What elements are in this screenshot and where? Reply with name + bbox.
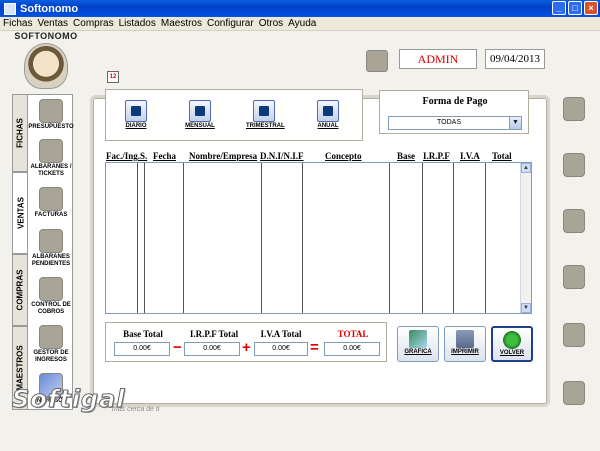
income-manager-icon xyxy=(39,325,63,349)
invoice-icon xyxy=(39,187,63,211)
logo: SOFTONOMO xyxy=(12,31,80,89)
nav-gestor-ingresos[interactable]: GESTOR DE INGRESOS xyxy=(28,325,74,364)
iva-total-field: 0.00€ xyxy=(254,342,308,356)
tab-compras[interactable]: COMPRAS xyxy=(12,254,28,326)
tool-icon-5[interactable] xyxy=(563,323,585,347)
app-icon xyxy=(4,2,16,15)
col-fecha: Fecha xyxy=(153,151,176,161)
side-tabs: FICHAS VENTAS COMPRAS MAESTROS xyxy=(12,94,28,410)
menu-configurar[interactable]: Configurar xyxy=(207,18,254,29)
plus-sign: + xyxy=(242,339,251,356)
total-label: TOTAL xyxy=(337,329,369,339)
col-irpf: I.R.P.F xyxy=(423,151,450,161)
col-divider xyxy=(485,163,486,313)
tool-icon-3[interactable] xyxy=(563,209,585,233)
print-button[interactable]: IMPRIMIR xyxy=(444,326,486,362)
calendar-icon[interactable]: 12 xyxy=(107,71,119,83)
menu-otros[interactable]: Otros xyxy=(259,18,283,29)
scroll-down-icon[interactable]: ▼ xyxy=(521,303,531,313)
tool-icon-4[interactable] xyxy=(563,265,585,289)
brand-tagline: más cerca de ti xyxy=(112,406,160,413)
daily-icon xyxy=(125,100,147,122)
nav-column: PRESUPUESTO ALBARANES / TICKETS FACTURAS… xyxy=(27,94,74,410)
menu-maestros[interactable]: Maestros xyxy=(161,18,202,29)
menu-ayuda[interactable]: Ayuda xyxy=(288,18,316,29)
total-field: 0.00€ xyxy=(324,342,380,356)
payment-method-select[interactable]: TODAS ▼ xyxy=(388,116,522,130)
col-iva: I.V.A xyxy=(460,151,480,161)
back-button[interactable]: VOLVER xyxy=(491,326,533,362)
minimize-button[interactable]: _ xyxy=(552,1,566,15)
col-nombre-empresa: Nombre/Empresa xyxy=(189,151,258,161)
pending-notes-icon xyxy=(39,229,63,253)
col-base: Base xyxy=(397,151,415,161)
title-bar: Softonomo _ □ × xyxy=(0,0,600,17)
exit-runner-icon xyxy=(503,331,521,349)
quarterly-button[interactable]: TRIMESTRAL xyxy=(246,100,285,134)
current-date: 09/04/2013 xyxy=(485,49,545,69)
col-divider xyxy=(302,163,303,313)
user-icon[interactable] xyxy=(366,50,388,72)
nav-control-cobros[interactable]: CONTROL DE COBROS xyxy=(28,277,74,316)
annual-icon xyxy=(317,100,339,122)
minus-sign: − xyxy=(173,339,182,356)
base-total-field: 0.00€ xyxy=(114,342,170,356)
monthly-button[interactable]: MENSUAL xyxy=(182,100,218,134)
nav-albaranes-tickets[interactable]: ALBARANES / TICKETS xyxy=(28,139,74,178)
iva-total-label: I.V.A Total xyxy=(260,329,302,339)
nav-facturas[interactable]: FACTURAS xyxy=(28,187,74,219)
nav-albaranes-pendientes[interactable]: ALBARANES PENDIENTES xyxy=(28,229,74,268)
delivery-note-icon xyxy=(39,139,63,163)
menu-listados[interactable]: Listados xyxy=(119,18,156,29)
window-title: Softonomo xyxy=(20,2,79,15)
nav-presupuesto[interactable]: PRESUPUESTO xyxy=(28,99,74,131)
records-table[interactable]: ▲ ▼ xyxy=(105,162,532,314)
col-divider xyxy=(261,163,262,313)
tool-icon-1[interactable] xyxy=(563,97,585,121)
col-divider xyxy=(144,163,145,313)
collections-icon xyxy=(39,277,63,301)
close-button[interactable]: × xyxy=(584,1,598,15)
col-total: Total xyxy=(492,151,512,161)
maximize-button[interactable]: □ xyxy=(568,1,582,15)
col-divider xyxy=(137,163,138,313)
col-divider xyxy=(453,163,454,313)
user-name: ADMIN xyxy=(399,49,477,69)
tool-icon-2[interactable] xyxy=(563,153,585,177)
col-divider xyxy=(183,163,184,313)
col-dni-nif: D.N.I/N.I.F xyxy=(260,151,304,161)
monthly-icon xyxy=(189,100,211,122)
brand-logo: Softigal xyxy=(12,385,126,414)
quarterly-icon xyxy=(253,100,275,122)
col-divider xyxy=(389,163,390,313)
logo-text: SOFTONOMO xyxy=(14,31,78,41)
vertical-scrollbar[interactable]: ▲ ▼ xyxy=(520,163,531,313)
chart-icon xyxy=(409,330,427,348)
payment-method-box: Forma de Pago TODAS ▼ xyxy=(379,90,529,134)
tab-ventas[interactable]: VENTAS xyxy=(12,172,28,254)
irpf-total-label: I.R.P.F Total xyxy=(189,329,239,339)
printer-icon xyxy=(456,330,474,348)
menu-compras[interactable]: Compras xyxy=(73,18,114,29)
col-concepto: Concepto xyxy=(325,151,362,161)
menu-bar: Fichas Ventas Compras Listados Maestros … xyxy=(0,17,600,31)
col-fac-ing: Fac./Ing.S. xyxy=(106,151,148,161)
chevron-down-icon[interactable]: ▼ xyxy=(509,117,521,129)
scroll-up-icon[interactable]: ▲ xyxy=(521,163,531,173)
chart-button[interactable]: GRAFICA xyxy=(397,326,439,362)
mascot-icon xyxy=(24,43,68,89)
menu-ventas[interactable]: Ventas xyxy=(37,18,68,29)
period-selector: DIARIO MENSUAL TRIMESTRAL ANUAL xyxy=(105,89,363,141)
payment-method-title: Forma de Pago xyxy=(422,96,488,107)
base-total-label: Base Total xyxy=(123,329,163,339)
menu-fichas[interactable]: Fichas xyxy=(3,18,32,29)
equals-sign: = xyxy=(310,339,319,356)
tool-icon-6[interactable] xyxy=(563,381,585,405)
tab-fichas[interactable]: FICHAS xyxy=(12,94,28,172)
annual-button[interactable]: ANUAL xyxy=(310,100,346,134)
col-divider xyxy=(422,163,423,313)
irpf-total-field: 0.00€ xyxy=(184,342,240,356)
daily-button[interactable]: DIARIO xyxy=(118,100,154,134)
budget-icon xyxy=(39,99,63,123)
